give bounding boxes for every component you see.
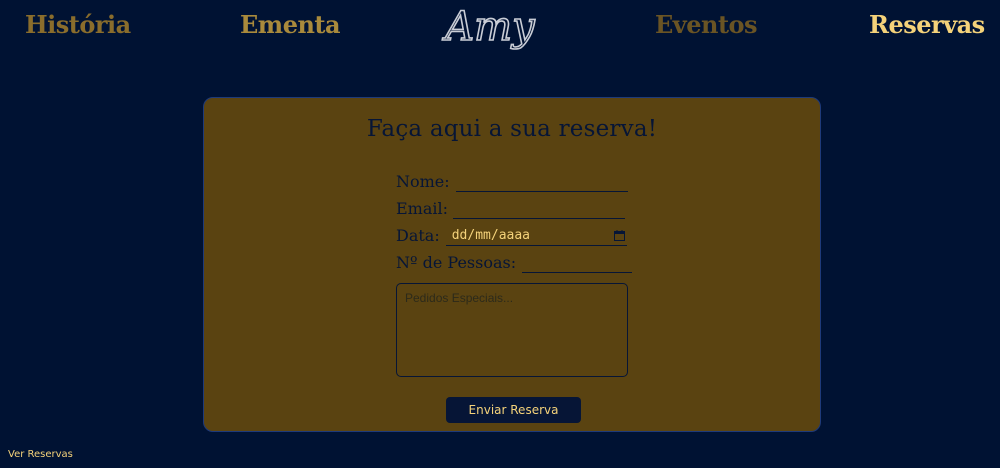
nome-input[interactable] <box>455 173 628 192</box>
nav-link-reservas[interactable]: Reservas <box>869 10 985 39</box>
data-label: Data: <box>396 226 440 245</box>
form-title: Faça aqui a sua reserva! <box>366 116 658 142</box>
pedidos-placeholder: Pedidos Especiais... <box>405 291 514 305</box>
email-input[interactable] <box>453 200 626 219</box>
logo-text: Amy <box>441 4 536 50</box>
nav-link-historia[interactable]: História <box>25 10 131 39</box>
enviar-reserva-button[interactable]: Enviar Reserva <box>446 397 581 423</box>
calendar-icon[interactable] <box>613 230 625 241</box>
email-row: Email: <box>396 195 626 219</box>
main-nav: História Ementa Amy Eventos Reservas <box>0 0 1000 52</box>
logo-amy[interactable]: Amy <box>440 0 540 56</box>
nav-link-ementa[interactable]: Ementa <box>240 10 341 39</box>
data-row: Data: dd/mm/aaaa <box>396 222 627 246</box>
pedidos-especiais-textarea[interactable]: Pedidos Especiais... <box>396 283 628 377</box>
nome-label: Nome: <box>396 172 450 191</box>
nome-row: Nome: <box>396 168 628 192</box>
email-label: Email: <box>396 199 449 218</box>
date-placeholder: dd/mm/aaaa <box>451 228 531 243</box>
ver-reservas-link[interactable]: Ver Reservas <box>8 449 73 460</box>
reservation-card: Faça aqui a sua reserva! Nome: Email: Da… <box>203 97 821 432</box>
pessoas-label: Nº de Pessoas: <box>396 253 517 272</box>
nav-link-eventos[interactable]: Eventos <box>655 10 758 39</box>
date-input[interactable]: dd/mm/aaaa <box>445 226 627 246</box>
pessoas-input[interactable] <box>522 254 633 273</box>
pessoas-row: Nº de Pessoas: <box>396 249 633 273</box>
